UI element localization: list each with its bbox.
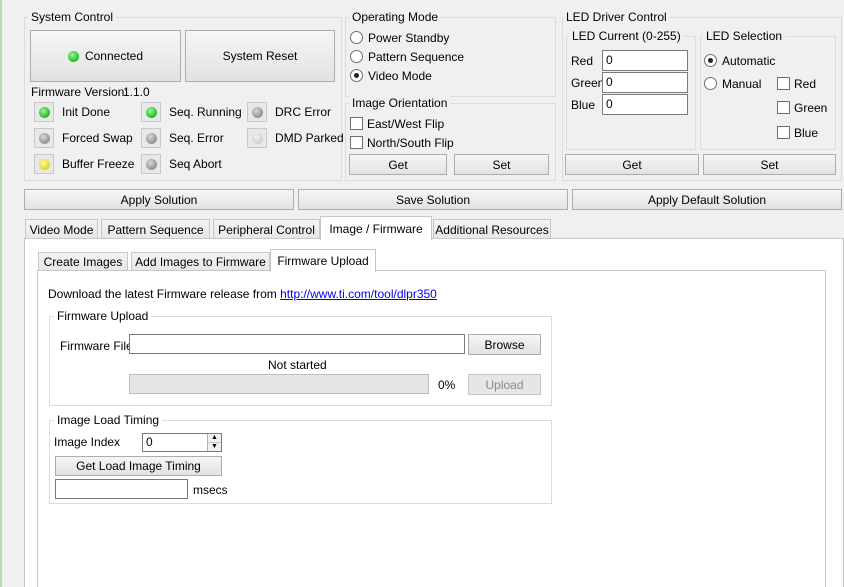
connected-button[interactable]: Connected [30,30,181,82]
led-get-button[interactable]: Get [565,154,699,175]
automatic-label[interactable]: Automatic [722,54,775,68]
connected-led-icon [67,50,79,62]
seq-error-label: Seq. Error [169,131,224,145]
east-west-flip-label[interactable]: East/West Flip [367,117,444,131]
download-text: Download the latest Firmware release fro… [48,287,437,301]
apply-default-solution-button[interactable]: Apply Default Solution [572,189,842,210]
orientation-get-button[interactable]: Get [349,154,447,175]
msecs-label: msecs [193,483,228,497]
drc-error-label: DRC Error [275,105,331,119]
window-edge [0,0,2,587]
image-load-timing-title: Image Load Timing [54,413,163,427]
download-link[interactable]: http://www.ti.com/tool/dlpr350 [280,287,437,301]
upload-button[interactable]: Upload [468,374,541,395]
seq-abort-label: Seq Abort [169,157,222,171]
green-current-input[interactable]: 0 [602,72,688,93]
firmware-file-input[interactable] [129,334,465,354]
video-mode-radio[interactable] [350,69,363,82]
tab-video-mode[interactable]: Video Mode [25,219,98,239]
firmware-version-label: Firmware Version: [31,85,128,99]
firmware-upload-title: Firmware Upload [54,309,152,323]
download-prefix: Download the latest Firmware release fro… [48,287,277,301]
stepper-up-icon[interactable]: ▲ [208,434,221,443]
red-current-label: Red [571,54,594,68]
firmware-version-value: 1.1.0 [123,85,150,99]
manual-green-label[interactable]: Green [794,101,827,115]
manual-green-checkbox[interactable] [777,101,790,114]
upload-progress-bar [129,374,429,394]
stepper-down-icon[interactable]: ▼ [208,443,221,452]
save-solution-button[interactable]: Save Solution [298,189,568,210]
seq-running-led-icon [141,102,161,122]
video-mode-label[interactable]: Video Mode [368,69,432,83]
led-selection-title: LED Selection [703,29,786,43]
forced-swap-led-icon [34,128,54,148]
system-control-title: System Control [28,10,117,24]
north-south-flip-label[interactable]: North/South Flip [367,136,454,150]
pattern-sequence-radio[interactable] [350,50,363,63]
subtab-add-images-to-firmware[interactable]: Add Images to Firmware [131,252,270,271]
tab-peripheral-control[interactable]: Peripheral Control [213,219,320,239]
seq-running-label: Seq. Running [169,105,242,119]
manual-radio[interactable] [704,77,717,90]
power-standby-radio[interactable] [350,31,363,44]
north-south-flip-checkbox[interactable] [350,136,363,149]
manual-red-label[interactable]: Red [794,77,816,91]
led-set-button[interactable]: Set [703,154,836,175]
manual-label[interactable]: Manual [722,77,761,91]
buffer-freeze-led-icon [34,154,54,174]
get-load-image-timing-button[interactable]: Get Load Image Timing [55,456,222,476]
forced-swap-label: Forced Swap [62,131,133,145]
connected-label: Connected [84,49,144,63]
manual-blue-checkbox[interactable] [777,126,790,139]
led-current-title: LED Current (0-255) [569,29,684,43]
led-driver-title: LED Driver Control [563,10,670,24]
tab-pattern-sequence[interactable]: Pattern Sequence [101,219,210,239]
operating-mode-title: Operating Mode [349,10,442,24]
dmd-parked-led-icon [247,128,267,148]
subtab-firmware-upload[interactable]: Firmware Upload [270,249,376,272]
manual-blue-label[interactable]: Blue [794,126,818,140]
system-reset-button[interactable]: System Reset [185,30,335,82]
init-done-label: Init Done [62,105,111,119]
blue-current-input[interactable]: 0 [602,94,688,115]
automatic-radio[interactable] [704,54,717,67]
manual-red-checkbox[interactable] [777,77,790,90]
green-current-label: Green [571,76,605,90]
tab-image-firmware[interactable]: Image / Firmware [320,216,432,240]
dmd-parked-label: DMD Parked [275,131,344,145]
image-index-stepper[interactable]: ▲ ▼ [207,434,221,451]
seq-error-led-icon [141,128,161,148]
load-timing-result-field[interactable] [55,479,188,499]
pattern-sequence-label[interactable]: Pattern Sequence [368,50,464,64]
buffer-freeze-label: Buffer Freeze [62,157,135,171]
image-index-label: Image Index [54,435,121,449]
power-standby-label[interactable]: Power Standby [368,31,449,45]
tab-additional-resources[interactable]: Additional Resources [433,219,551,239]
upload-status-text: Not started [268,358,327,372]
drc-error-led-icon [247,102,267,122]
apply-solution-button[interactable]: Apply Solution [24,189,294,210]
east-west-flip-checkbox[interactable] [350,117,363,130]
orientation-set-button[interactable]: Set [454,154,549,175]
blue-current-label: Blue [571,98,596,112]
subtab-create-images[interactable]: Create Images [38,252,128,271]
red-current-input[interactable]: 0 [602,50,688,71]
image-index-value: 0 [146,435,153,449]
image-orientation-title: Image Orientation [349,96,451,110]
browse-button[interactable]: Browse [468,334,541,355]
seq-abort-led-icon [141,154,161,174]
firmware-file-label: Firmware File: [60,339,137,353]
upload-progress-text: 0% [438,378,456,392]
init-done-led-icon [34,102,54,122]
